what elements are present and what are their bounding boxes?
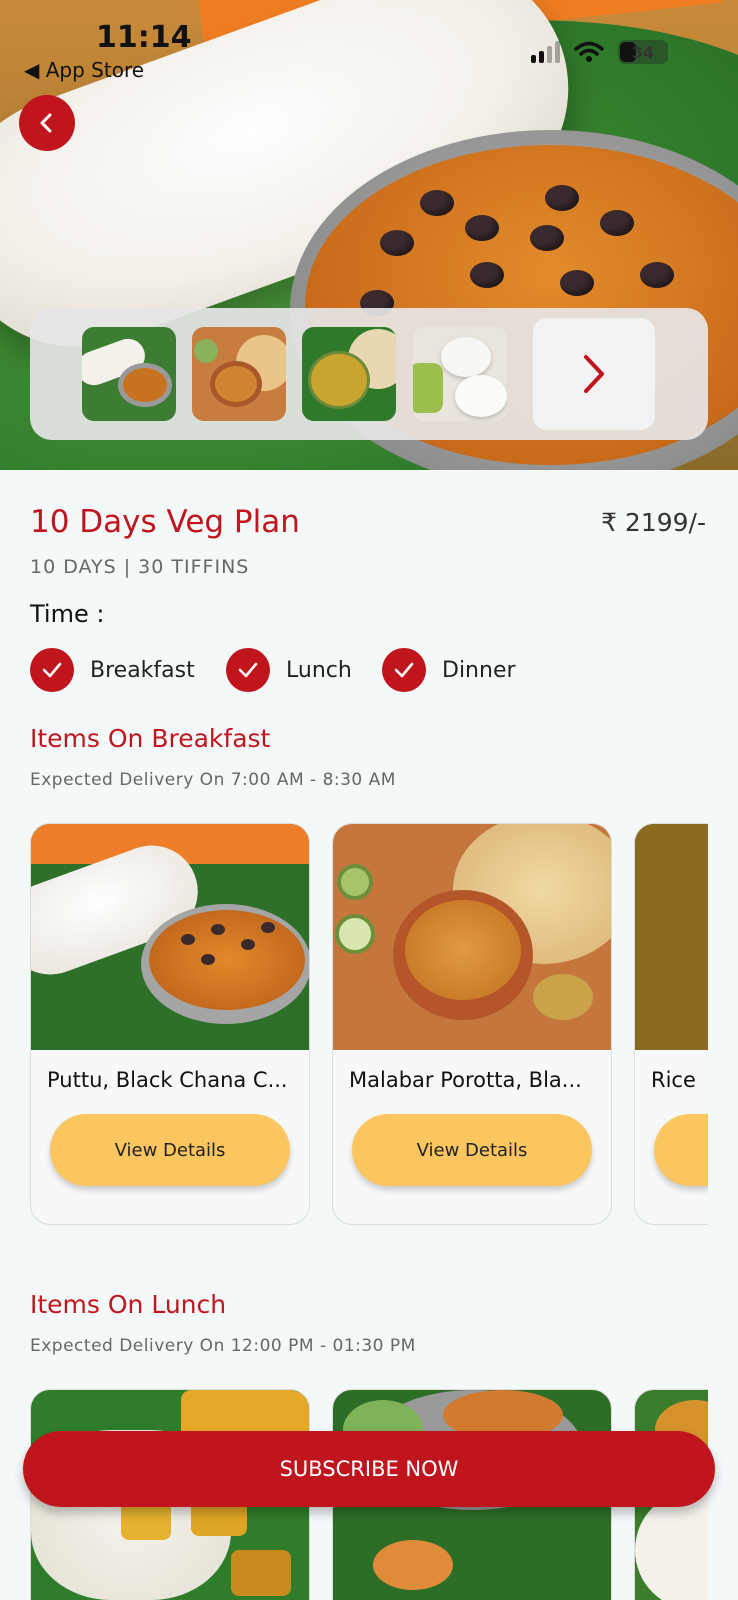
breakfast-section-title: Items On Breakfast <box>30 724 271 753</box>
gallery-thumbnails <box>30 308 708 440</box>
food-name: Rice <box>651 1068 696 1092</box>
subscribe-now-button[interactable]: SUBSCRIBE NOW <box>23 1431 715 1507</box>
food-card[interactable]: Malabar Porotta, Bla... View Details <box>332 823 612 1225</box>
status-icons: 34 <box>531 40 668 64</box>
thumbnail-1[interactable] <box>82 327 176 421</box>
bean <box>545 185 579 211</box>
battery-icon: 34 <box>618 40 668 64</box>
chevron-right-icon <box>584 355 604 393</box>
signal-icon <box>531 41 560 63</box>
breakfast-items-carousel[interactable]: Puttu, Black Chana C... View Details Mal… <box>30 823 708 1229</box>
lunch-delivery-time: Expected Delivery On 12:00 PM - 01:30 PM <box>30 1336 416 1356</box>
thumbnail-2[interactable] <box>192 327 286 421</box>
lunch-section-title: Items On Lunch <box>30 1290 227 1319</box>
food-name: Malabar Porotta, Bla... <box>349 1068 582 1092</box>
food-image <box>333 824 611 1050</box>
check-icon <box>226 648 270 692</box>
view-details-button[interactable]: View Details <box>352 1114 592 1186</box>
bean <box>420 190 454 216</box>
view-details-button[interactable]: View Details <box>50 1114 290 1186</box>
food-name: Puttu, Black Chana C... <box>47 1068 288 1092</box>
food-image <box>635 824 708 1050</box>
status-time: 11:14 <box>96 20 192 55</box>
bean <box>380 230 414 256</box>
time-option-dinner[interactable]: Dinner <box>382 648 516 692</box>
hero-image: 11:14 ◀ App Store 34 <box>0 0 738 470</box>
food-image <box>31 824 309 1050</box>
thumbnail-4[interactable] <box>413 327 507 421</box>
back-arrow-icon <box>40 113 52 133</box>
bean <box>640 262 674 288</box>
bean <box>560 270 594 296</box>
bean <box>600 210 634 236</box>
breakfast-delivery-time: Expected Delivery On 7:00 AM - 8:30 AM <box>30 770 396 790</box>
bean <box>530 225 564 251</box>
back-button[interactable] <box>19 95 75 151</box>
bean <box>465 215 499 241</box>
time-option-label: Breakfast <box>90 657 195 683</box>
bean <box>470 262 504 288</box>
plan-title: 10 Days Veg Plan <box>30 504 300 540</box>
check-icon <box>30 648 74 692</box>
time-label: Time : <box>30 600 105 628</box>
thumbnail-next-button[interactable] <box>533 318 655 430</box>
time-option-lunch[interactable]: Lunch <box>226 648 352 692</box>
check-icon <box>382 648 426 692</box>
plan-price: ₹ 2199/- <box>601 508 706 537</box>
time-option-breakfast[interactable]: Breakfast <box>30 648 195 692</box>
back-to-app-store[interactable]: ◀ App Store <box>24 58 144 82</box>
plan-subtitle: 10 DAYS | 30 TIFFINS <box>30 556 250 578</box>
food-card[interactable]: Rice <box>634 823 708 1225</box>
time-option-label: Lunch <box>286 657 352 683</box>
wifi-icon <box>574 41 604 62</box>
thumbnail-3[interactable] <box>302 327 396 421</box>
view-details-button[interactable] <box>654 1114 708 1186</box>
time-option-label: Dinner <box>442 657 516 683</box>
food-card[interactable]: Puttu, Black Chana C... View Details <box>30 823 310 1225</box>
